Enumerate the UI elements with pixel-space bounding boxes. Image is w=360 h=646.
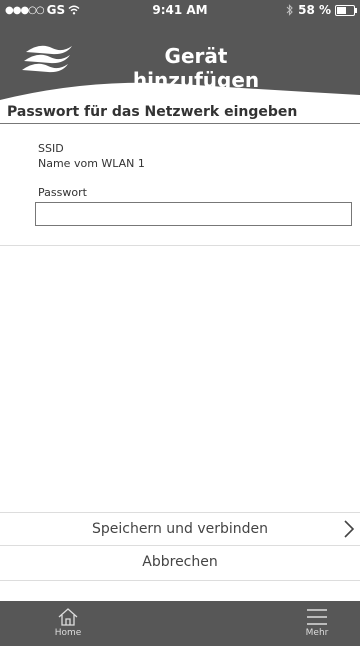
header-wave-decoration <box>0 82 360 100</box>
cancel-button[interactable]: Abbrechen <box>0 545 360 578</box>
battery-level-fill <box>337 6 346 14</box>
password-label: Passwort <box>38 186 87 199</box>
divider <box>0 580 360 581</box>
cancel-label: Abbrechen <box>142 554 218 570</box>
section-title: Passwort für das Netzwerk eingeben <box>7 104 298 120</box>
tab-more-label: Mehr <box>305 628 329 638</box>
header-bar: ●●●○○ GS 9:41 AM 58 % Gerät hinzufügen <box>0 0 360 100</box>
tab-home-label: Home <box>54 628 82 638</box>
status-bar: ●●●○○ GS 9:41 AM 58 % <box>0 0 360 22</box>
tab-bar: Home Mehr <box>0 601 360 646</box>
ssid-value: Name vom WLAN 1 <box>38 157 145 170</box>
status-right: 58 % <box>286 3 357 17</box>
section-header: Passwort für das Netzwerk eingeben <box>0 100 360 124</box>
network-form: SSID Name vom WLAN 1 Passwort <box>0 124 360 246</box>
battery-percent: 58 % <box>298 3 331 17</box>
password-input[interactable] <box>35 202 352 226</box>
battery-icon <box>335 4 357 16</box>
bluetooth-icon <box>286 4 293 16</box>
save-and-connect-button[interactable]: Speichern und verbinden <box>0 512 360 545</box>
home-icon <box>58 608 78 626</box>
ssid-label: SSID <box>38 142 64 155</box>
save-and-connect-label: Speichern und verbinden <box>91 521 269 537</box>
tab-home[interactable]: Home <box>38 601 98 646</box>
chevron-right-icon <box>344 520 355 538</box>
tab-more[interactable]: Mehr <box>287 601 347 646</box>
menu-icon <box>307 609 327 625</box>
